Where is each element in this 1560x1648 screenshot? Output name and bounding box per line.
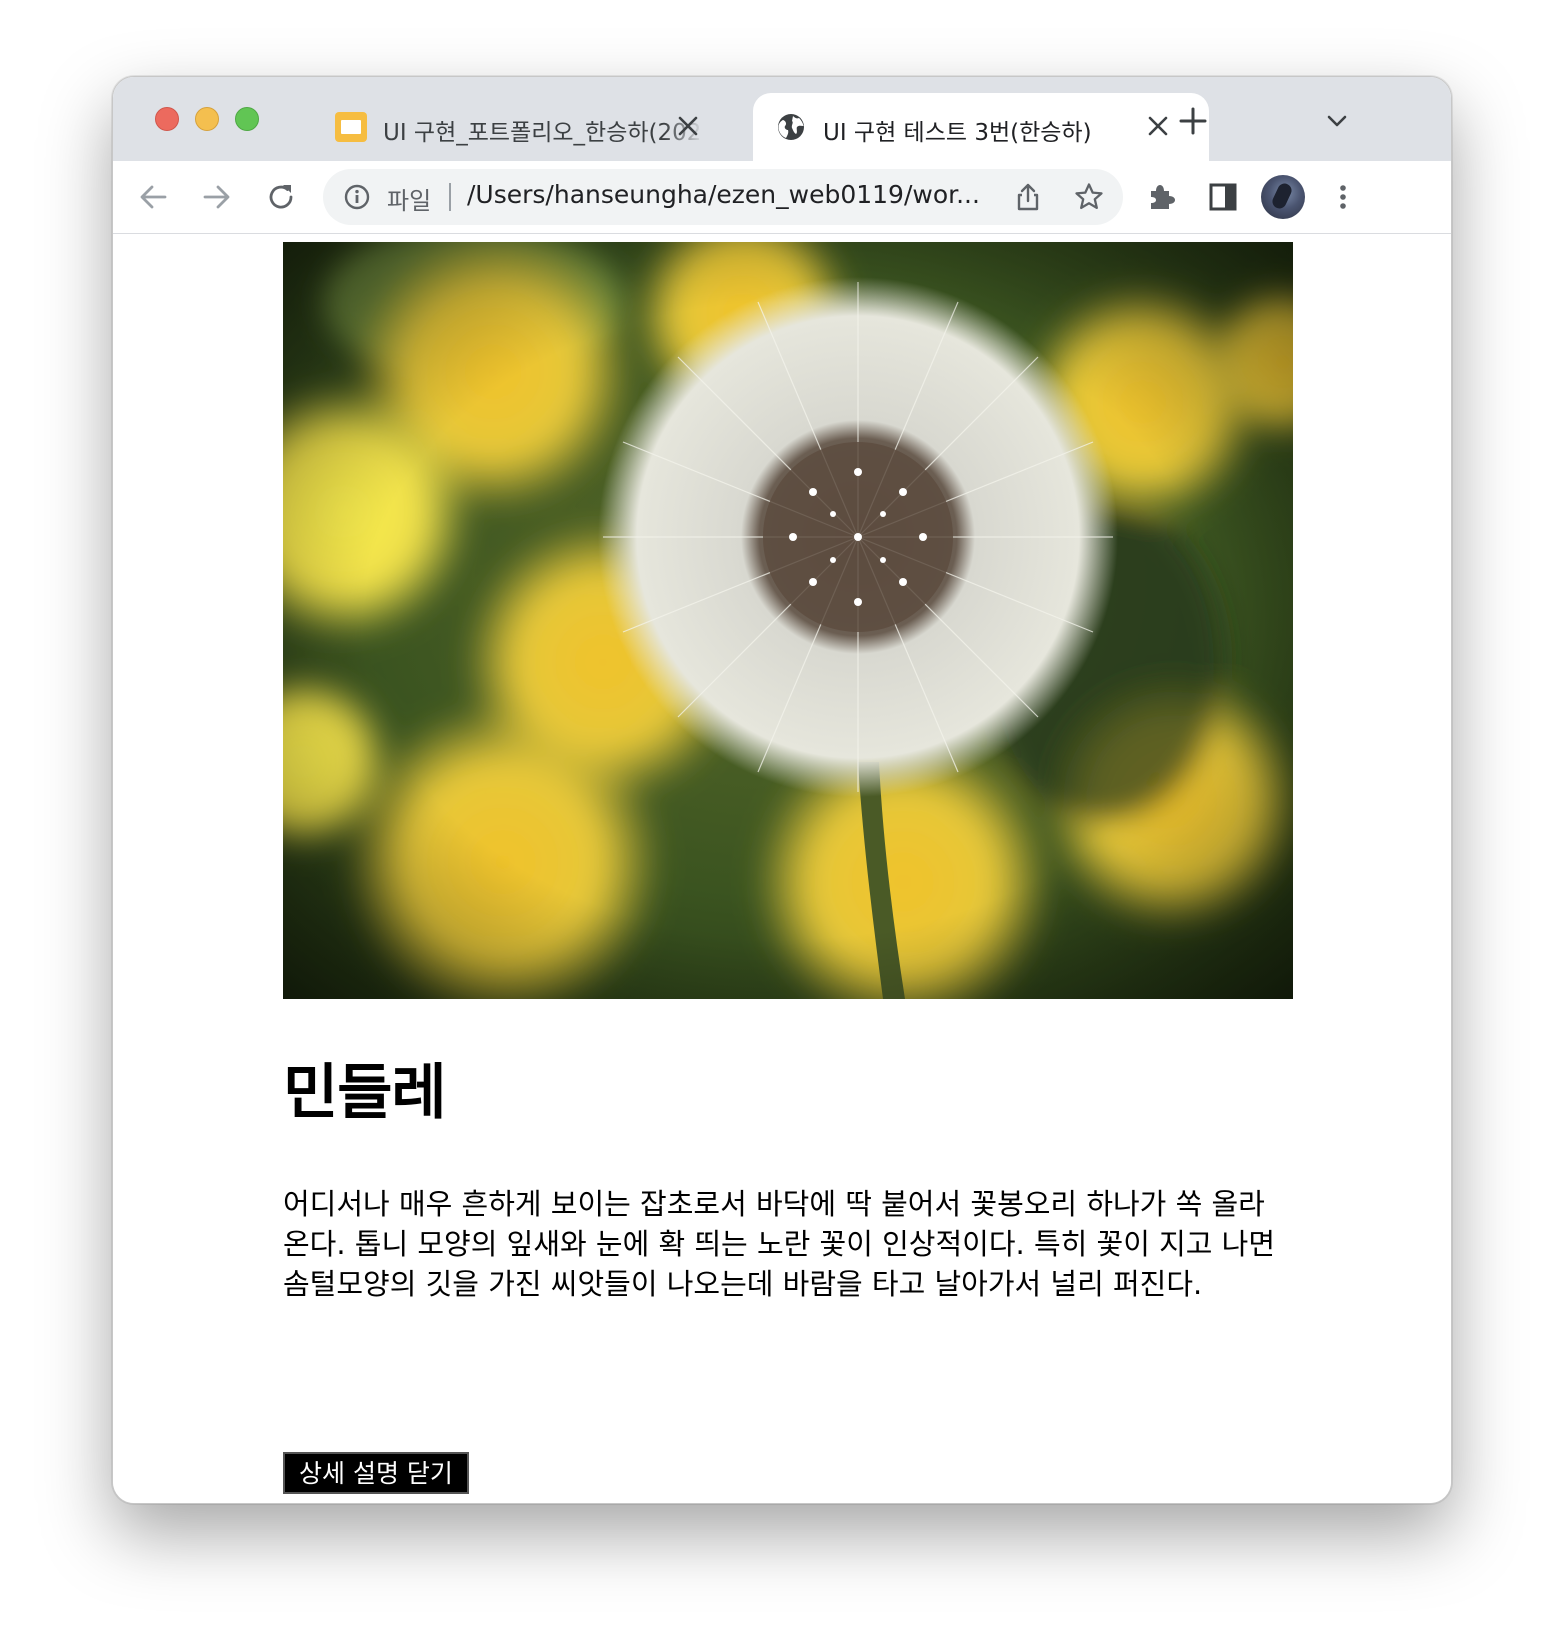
more-vertical-icon[interactable] (1325, 179, 1361, 215)
divider (449, 183, 451, 211)
browser-toolbar: 파일 /Users/hanseungha/ezen_web0119/wor... (113, 161, 1451, 234)
share-icon[interactable] (1013, 181, 1043, 213)
window-minimize-button[interactable] (195, 107, 219, 131)
dandelion-photo (283, 242, 1293, 999)
close-icon[interactable] (673, 111, 703, 141)
article-description: 어디서나 매우 흔하게 보이는 잡초로서 바닥에 딱 붙어서 꽃봉오리 하나가 … (283, 1187, 1276, 1301)
side-panel-icon[interactable] (1205, 179, 1241, 215)
tab-portfolio[interactable]: UI 구현_포트폴리오_한승하(2022 (313, 93, 763, 161)
tab-title: UI 구현 테스트 3번(한승하) (823, 120, 1092, 146)
tab-ui-test[interactable]: UI 구현 테스트 3번(한승하) (753, 93, 1209, 161)
close-details-button[interactable]: 상세 설명 닫기 (283, 1452, 469, 1494)
page-viewport: 민들레 어디서나 매우 흔하게 보이는 잡초로서 바닥에 딱 붙어서 꽃봉오리 … (113, 234, 1451, 1503)
dandelion-image (283, 242, 1293, 999)
reload-icon[interactable] (263, 179, 299, 215)
star-icon[interactable] (1073, 181, 1105, 213)
forward-arrow-icon[interactable] (199, 179, 235, 215)
new-tab-button[interactable] (1175, 103, 1211, 139)
profile-avatar[interactable] (1261, 175, 1305, 219)
info-icon[interactable] (343, 183, 371, 211)
url-text[interactable]: /Users/hanseungha/ezen_web0119/wor... (467, 180, 1007, 209)
article-title: 민들레 (283, 1058, 447, 1128)
url-scheme-label: 파일 (387, 187, 432, 215)
window-zoom-button[interactable] (235, 107, 259, 131)
close-icon[interactable] (1143, 111, 1173, 141)
slides-icon (335, 112, 367, 142)
browser-window: UI 구현_포트폴리오_한승하(2022 UI 구현 테스트 3번(한승하) 파… (112, 76, 1452, 1504)
chevron-down-icon[interactable] (1323, 107, 1351, 135)
back-arrow-icon[interactable] (135, 179, 171, 215)
puzzle-icon[interactable] (1143, 179, 1179, 215)
tab-strip: UI 구현_포트폴리오_한승하(2022 UI 구현 테스트 3번(한승하) (113, 77, 1451, 161)
globe-icon (778, 114, 804, 140)
address-bar[interactable]: 파일 /Users/hanseungha/ezen_web0119/wor... (323, 169, 1123, 225)
window-close-button[interactable] (155, 107, 179, 131)
tab-title: UI 구현_포트폴리오_한승하(2022 (383, 120, 703, 146)
